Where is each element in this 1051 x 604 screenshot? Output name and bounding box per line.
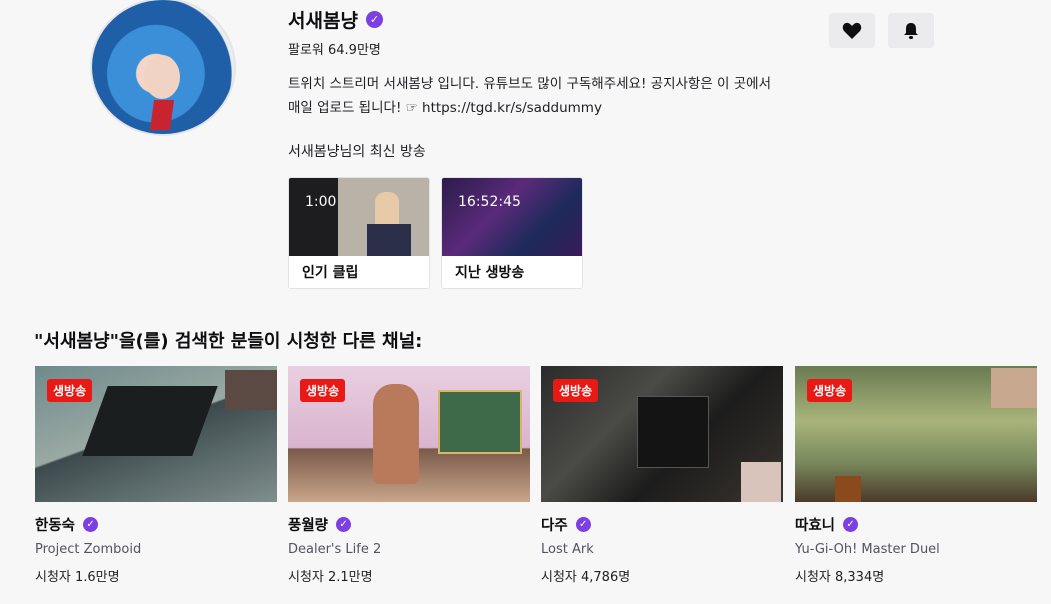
viewer-count: 시청자 1.6만명 [35,570,120,585]
viewer-count: 시청자 2.1만명 [288,570,373,585]
live-badge: 생방송 [807,379,853,402]
past-broadcast-duration: 16:52:45 [458,194,521,210]
channel-title-text: 따효니 [795,517,836,534]
channel-title-text: 다주 [541,517,568,534]
notification-button[interactable] [888,13,934,48]
verified-icon: ✓ [843,516,859,532]
game-name[interactable]: Lost Ark [541,542,783,557]
stream-thumbnail[interactable]: 생방송 [288,366,530,502]
past-broadcast-label: 지난 생방송 [455,265,525,281]
channel-name: 서새봄냥 ✓ [288,6,383,33]
verified-icon: ✓ [83,516,99,532]
live-badge: 생방송 [553,379,599,402]
channel-title[interactable]: 따효니 ✓ [795,514,1037,534]
clip-thumbnail: 1:00 [289,178,429,256]
live-badge: 생방송 [300,379,346,402]
latest-item-clip[interactable]: 1:00 인기 클립 [288,177,430,289]
related-channels-title: "서새봄냥"을(를) 검색한 분들이 시청한 다른 채널: [34,331,423,352]
channel-bio: 트위치 스트리머 서새봄냥 입니다. 유튜브도 많이 구독해주세요! 공지사항은… [288,72,888,120]
avatar-tie [149,100,175,130]
follow-button[interactable] [829,13,875,48]
related-channel-card[interactable]: 생방송 다주 ✓ Lost Ark 시청자 4,786명 [541,366,783,585]
channel-title-text: 한동숙 [35,517,76,534]
bio-line-2[interactable]: 매일 업로드 됩니다! ☞ https://tgd.kr/s/saddummy [288,96,888,120]
related-channel-card[interactable]: 생방송 한동숙 ✓ Project Zomboid 시청자 1.6만명 [35,366,277,585]
verified-icon: ✓ [336,516,352,532]
follower-count: 팔로워 64.9만명 [288,43,381,58]
channel-title[interactable]: 다주 ✓ [541,514,783,534]
channel-title[interactable]: 풍월량 ✓ [288,514,530,534]
past-broadcast-thumbnail: 16:52:45 [442,178,582,256]
game-name[interactable]: Yu-Gi-Oh! Master Duel [795,542,1037,557]
game-name[interactable]: Project Zomboid [35,542,277,557]
bio-line-1: 트위치 스트리머 서새봄냥 입니다. 유튜브도 많이 구독해주세요! 공지사항은… [288,76,772,92]
channel-title[interactable]: 한동숙 ✓ [35,514,277,534]
live-badge: 생방송 [47,379,93,402]
heart-icon [842,22,862,39]
stream-thumbnail[interactable]: 생방송 [35,366,277,502]
latest-broadcasts-title: 서새봄냥님의 최신 방송 [288,144,426,160]
viewer-count: 시청자 8,334명 [795,570,885,585]
channel-name-text: 서새봄냥 [288,10,358,32]
clip-label: 인기 클립 [302,265,359,281]
verified-icon: ✓ [365,11,383,28]
game-name[interactable]: Dealer's Life 2 [288,542,530,557]
viewer-count: 시청자 4,786명 [541,570,631,585]
channel-avatar[interactable] [90,0,236,136]
avatar-face [144,55,180,99]
latest-item-past-broadcast[interactable]: 16:52:45 지난 생방송 [441,177,583,289]
verified-icon: ✓ [575,516,591,532]
clip-duration: 1:00 [305,194,337,210]
related-channel-card[interactable]: 생방송 따효니 ✓ Yu-Gi-Oh! Master Duel 시청자 8,33… [795,366,1037,585]
channel-title-text: 풍월량 [288,517,329,534]
stream-thumbnail[interactable]: 생방송 [795,366,1037,502]
stream-thumbnail[interactable]: 생방송 [541,366,783,502]
bell-icon [904,22,918,39]
related-channel-card[interactable]: 생방송 풍월량 ✓ Dealer's Life 2 시청자 2.1만명 [288,366,530,585]
